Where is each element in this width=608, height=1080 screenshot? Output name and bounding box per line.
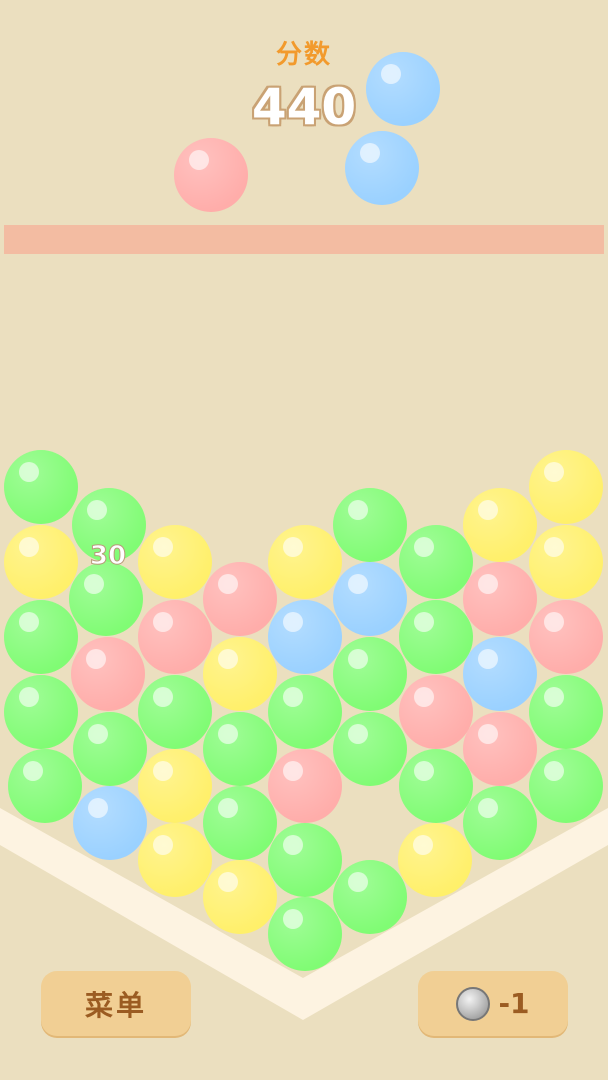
ball [333, 860, 407, 934]
ball [203, 712, 277, 786]
ball [4, 450, 78, 524]
ball [529, 749, 603, 823]
menu-button-label: 菜单 [84, 988, 147, 1022]
ball [73, 712, 147, 786]
ball [463, 712, 537, 786]
ball [399, 675, 473, 749]
ball [333, 488, 407, 562]
ball [399, 525, 473, 599]
ball [268, 675, 342, 749]
ball [138, 823, 212, 897]
ball [4, 675, 78, 749]
ball [71, 637, 145, 711]
bomb-button[interactable]: -1 [418, 971, 568, 1036]
pending-ball [174, 138, 248, 212]
ball [268, 897, 342, 971]
ball [203, 860, 277, 934]
bomb-icon [456, 986, 491, 1021]
ball [529, 600, 603, 674]
menu-button[interactable]: 菜单 [41, 971, 191, 1036]
ball [399, 749, 473, 823]
ball [268, 749, 342, 823]
ball [463, 637, 537, 711]
game-stage[interactable]: 30 分数 440 菜单 -1 [0, 0, 608, 1080]
game-board[interactable]: 30 [0, 0, 608, 1080]
score-label: 分数 [275, 40, 332, 70]
ball [138, 675, 212, 749]
ball [268, 525, 342, 599]
pending-ball [345, 131, 419, 205]
ball [8, 749, 82, 823]
ball [463, 488, 537, 562]
ball [333, 712, 407, 786]
ball [138, 600, 212, 674]
ball [203, 562, 277, 636]
ball [529, 450, 603, 524]
ball [138, 749, 212, 823]
ball [73, 786, 147, 860]
ball [203, 637, 277, 711]
ball [268, 600, 342, 674]
ball [69, 562, 143, 636]
deadline-bar [4, 225, 604, 254]
ball [333, 562, 407, 636]
ball [268, 823, 342, 897]
ball [463, 786, 537, 860]
ball [463, 562, 537, 636]
score-value: 440 [251, 78, 357, 136]
bomb-count: -1 [498, 987, 530, 1020]
ball [203, 786, 277, 860]
ball [4, 525, 78, 599]
popup-score: 30 [90, 541, 126, 571]
ball [399, 600, 473, 674]
ball [333, 637, 407, 711]
ball [138, 525, 212, 599]
ball [4, 600, 78, 674]
ball [529, 675, 603, 749]
ball [529, 525, 603, 599]
ball [398, 823, 472, 897]
